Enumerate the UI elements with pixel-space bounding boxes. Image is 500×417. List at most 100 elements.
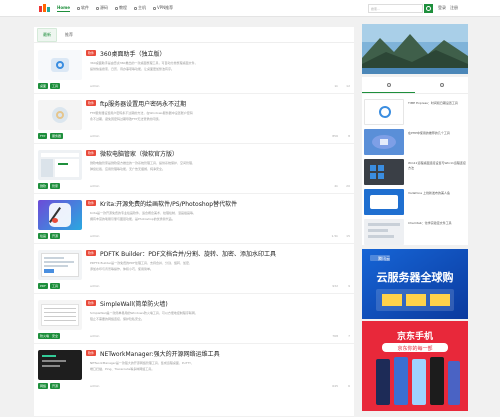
post-views: 645 bbox=[332, 384, 338, 388]
logo-bar-2 bbox=[43, 4, 46, 12]
sidebar-item-thumb bbox=[364, 189, 404, 215]
source-icon bbox=[95, 6, 99, 10]
post-item[interactable]: 软件 PDFTK Builder：PDF文档合并/分割、旋转、加密、添加水印工具… bbox=[34, 244, 354, 294]
post-item[interactable]: 软件 NETworkManager:强大的开源网络运维工具 NETworkMan… bbox=[34, 344, 354, 417]
post-likes: 8 bbox=[348, 134, 350, 138]
post-title[interactable]: NETworkManager:强大的开源网络运维工具 bbox=[100, 349, 220, 358]
post-title[interactable]: 360桌面助手（独立版） bbox=[100, 49, 165, 58]
sidebar-list-item[interactable]: TIME Express：时间和日期设置工具 bbox=[364, 97, 466, 127]
auth-links: 登录 注册 bbox=[438, 5, 458, 11]
nav-host[interactable]: 主机 bbox=[133, 5, 146, 11]
post-excerpt-line: 端口扫描、Ping、Traceroute等多种网络工具。 bbox=[90, 367, 155, 371]
nav-tutorial[interactable]: 教程 bbox=[114, 5, 127, 11]
jd-ad-subtitle: 京东你的每一部 bbox=[397, 345, 432, 352]
post-excerpt-line: 弹窗拦截、应用管理等功能，无广告无捆绑，纯净安全。 bbox=[90, 167, 166, 171]
post-tag[interactable]: 绘画 bbox=[38, 233, 49, 239]
post-category[interactable]: 软件 bbox=[86, 200, 97, 206]
post-likes: 7 bbox=[348, 334, 350, 338]
register-link[interactable]: 注册 bbox=[450, 5, 458, 11]
post-excerpt-line: FTP服务器设置用户密码永不过期的方法，在Windows服务器中设置账户密码 bbox=[90, 111, 193, 115]
cloud-ad-brand: 腾讯云 bbox=[378, 255, 390, 261]
sidebar-list-item[interactable]: Chemtab：化学实验室文件工具 bbox=[364, 217, 466, 247]
cloud-ad-graphic: 云服务器全球购 腾讯云 bbox=[362, 249, 468, 319]
post-title[interactable]: 微软电脑管家（微软官方版） bbox=[100, 149, 178, 158]
post-category[interactable]: 软件 bbox=[86, 150, 97, 156]
post-item[interactable]: 软件 SimpleWall(简单防火墙) SimpleWall是一款简单易用的W… bbox=[34, 294, 354, 344]
sidebar-tabs bbox=[362, 77, 468, 94]
post-tag[interactable]: 桌面 bbox=[38, 83, 49, 89]
post-excerpt-line: 添加水印与背景等操作，体积小巧，使用简单。 bbox=[90, 267, 154, 271]
jd-phone-ad[interactable]: 京东手机 京东你的每一部 bbox=[362, 321, 468, 411]
post-excerpt-line: PDFTK Builder是一款免费的PDF处理工具，支持合并、分割、旋转、加密… bbox=[90, 261, 193, 265]
cloud-ad-title: 云服务器全球购 bbox=[377, 270, 454, 284]
post-tag[interactable]: 网络 bbox=[38, 383, 49, 389]
post-tag[interactable]: 微软 bbox=[38, 183, 49, 189]
post-author: admin bbox=[90, 84, 100, 88]
post-item[interactable]: 软件 Krita:开源免费的绘画软件/PS/Photoshop替代软件 Krit… bbox=[34, 194, 354, 244]
post-tag[interactable]: 管家 bbox=[50, 183, 61, 189]
post-tag[interactable]: 服务器 bbox=[50, 133, 64, 139]
sidebar-item-title: TIME Express：时间和日期设置工具 bbox=[408, 101, 458, 105]
nav-software-label: 软件 bbox=[80, 5, 89, 10]
sidebar-tab-hot[interactable] bbox=[362, 77, 415, 93]
post-title[interactable]: Krita:开源免费的绘画软件/PS/Photoshop替代软件 bbox=[100, 199, 237, 208]
post-category[interactable]: 软件 bbox=[86, 250, 97, 256]
post-thumbnail[interactable] bbox=[38, 250, 82, 280]
search-input[interactable]: 搜索... bbox=[368, 4, 423, 13]
sidebar-list-item[interactable]: 在PHP中使用的推荐的几个工具 bbox=[364, 127, 466, 157]
logo-bar-3 bbox=[47, 7, 50, 12]
post-thumbnail[interactable] bbox=[38, 100, 82, 130]
post-title[interactable]: PDFTK Builder：PDF文档合并/分割、旋转、加密、添加水印工具 bbox=[100, 249, 276, 258]
post-thumbnail[interactable] bbox=[38, 300, 82, 330]
nav-host-label: 主机 bbox=[137, 5, 146, 10]
cloud-server-ad[interactable]: 云服务器全球购 腾讯云 bbox=[362, 249, 468, 319]
post-tag[interactable]: PDF bbox=[38, 283, 48, 289]
post-tabs: 最新 推荐 bbox=[34, 27, 354, 43]
sidebar-item-title: Win11远程桌面连接设置与Win11远程连接方法 bbox=[408, 161, 466, 170]
post-title[interactable]: SimpleWall(简单防火墙) bbox=[100, 299, 168, 308]
post-thumbnail[interactable] bbox=[38, 350, 82, 380]
post-excerpt-line: 360桌面助手是由奇虎360推出的一款桌面整理工具，可自动分类整理桌面文件， bbox=[90, 61, 198, 65]
post-title[interactable]: ftp服务器设置用户密码永不过期 bbox=[100, 99, 186, 108]
nav-home[interactable]: Home bbox=[57, 5, 70, 12]
comment-icon bbox=[439, 83, 444, 87]
post-category[interactable]: 软件 bbox=[86, 300, 97, 306]
tab-latest[interactable]: 最新 bbox=[37, 27, 57, 42]
tab-recommended[interactable]: 推荐 bbox=[60, 29, 78, 41]
post-likes: 15 bbox=[346, 234, 350, 238]
nav-source[interactable]: 源码 bbox=[95, 5, 108, 11]
post-category[interactable]: 软件 bbox=[86, 100, 97, 106]
post-excerpt-line: NETworkManager是一款强大的开源网络管理工具，集成远程桌面、PuTT… bbox=[90, 361, 194, 365]
sidebar-list-item[interactable]: Win11远程桌面连接设置与Win11远程连接方法 bbox=[364, 157, 466, 187]
post-tag[interactable]: 安全 bbox=[50, 333, 61, 339]
sidebar-tab-comments[interactable] bbox=[415, 77, 468, 93]
search-button[interactable] bbox=[424, 4, 433, 13]
site-logo[interactable] bbox=[39, 4, 50, 13]
post-author: admin bbox=[90, 284, 100, 288]
login-link[interactable]: 登录 bbox=[438, 5, 446, 11]
post-item[interactable]: 软件 微软电脑管家（微软官方版） 微软电脑管家是微软官方推出的一款系统管理工具，… bbox=[34, 144, 354, 194]
post-tag[interactable]: 工具 bbox=[50, 283, 61, 289]
nav-software[interactable]: 软件 bbox=[76, 5, 89, 11]
sidebar-list-item[interactable]: Vodafone 上线新发布的美人鱼 bbox=[364, 187, 466, 217]
post-list-panel: 最新 推荐 软件 360桌面助手（独立版） 360桌面助手是由奇虎360推出的一… bbox=[34, 27, 354, 417]
post-views: 2k bbox=[334, 184, 338, 188]
post-thumbnail[interactable] bbox=[38, 150, 82, 180]
nav-vpn[interactable]: VPN推荐 bbox=[152, 5, 173, 11]
post-item[interactable]: 软件 360桌面助手（独立版） 360桌面助手是由奇虎360推出的一款桌面整理工… bbox=[34, 44, 354, 94]
post-tag[interactable]: 开源 bbox=[50, 383, 61, 389]
post-excerpt-line: 阻止不需要的网络连接，保护隐私安全。 bbox=[90, 317, 145, 321]
post-likes: 9 bbox=[348, 284, 350, 288]
post-tag[interactable]: 工具 bbox=[50, 83, 61, 89]
post-views: 856 bbox=[332, 134, 338, 138]
post-category[interactable]: 软件 bbox=[86, 50, 97, 56]
post-views: 768 bbox=[332, 334, 338, 338]
post-category[interactable]: 软件 bbox=[86, 350, 97, 356]
post-item[interactable]: 软件 ftp服务器设置用户密码永不过期 FTP服务器设置用户密码永不过期的方法，… bbox=[34, 94, 354, 144]
post-tag[interactable]: 开源 bbox=[50, 233, 61, 239]
post-tag[interactable]: FTP bbox=[38, 133, 48, 139]
post-thumbnail[interactable] bbox=[38, 200, 82, 230]
post-thumbnail[interactable] bbox=[38, 50, 82, 80]
top-navbar: Home 软件 源码 教程 主机 VPN推荐 搜索... 登录 注册 bbox=[0, 0, 500, 17]
sidebar-banner-image[interactable] bbox=[362, 24, 468, 74]
